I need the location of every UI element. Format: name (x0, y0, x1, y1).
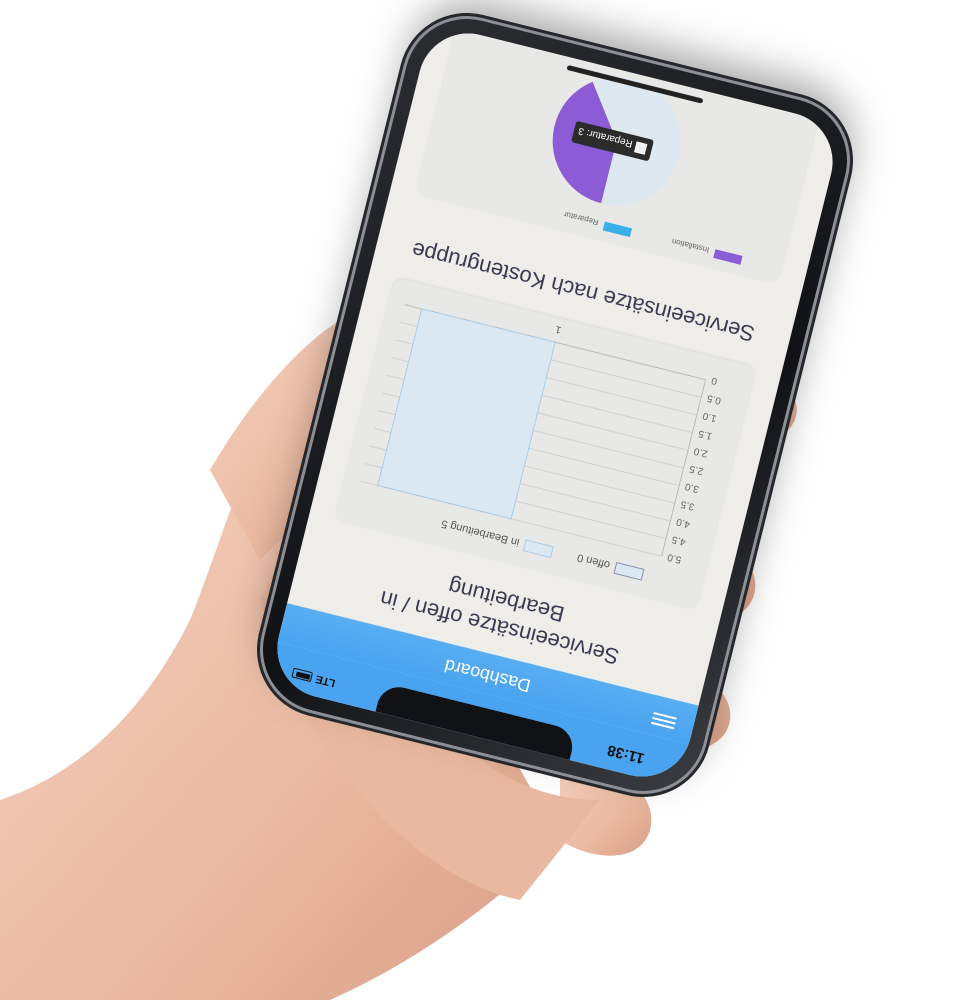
legend-label: offen 0 (576, 551, 611, 571)
status-carrier: LTE (314, 672, 337, 689)
bar (377, 308, 556, 520)
y-tick-label: 1.0 (701, 410, 718, 424)
y-tick-label: 4.0 (675, 516, 692, 530)
y-tick-label: 1.5 (697, 427, 714, 441)
legend-label: Reparatur (562, 210, 599, 227)
battery-icon (291, 667, 314, 683)
legend-swatch (522, 539, 554, 559)
legend-swatch (713, 249, 743, 265)
y-tick-label: 5.0 (666, 551, 683, 565)
y-tick-label: 0.5 (706, 392, 723, 406)
legend-swatch (613, 562, 645, 581)
y-tick-label: 4.5 (670, 533, 687, 547)
legend-swatch (602, 221, 633, 238)
y-tick-label: 0 (710, 374, 718, 386)
tooltip-swatch (634, 141, 648, 155)
y-tick-label: 2.5 (688, 463, 705, 477)
x-tick-label: 1 (554, 323, 562, 335)
status-time: 11:38 (605, 741, 647, 767)
y-tick-label: 3.0 (684, 480, 701, 494)
legend-label: in Bearbeitung 5 (440, 517, 521, 548)
y-tick-label: 3.5 (679, 498, 696, 512)
legend-label: Installation (671, 237, 710, 255)
y-tick-label: 2.0 (692, 445, 709, 459)
